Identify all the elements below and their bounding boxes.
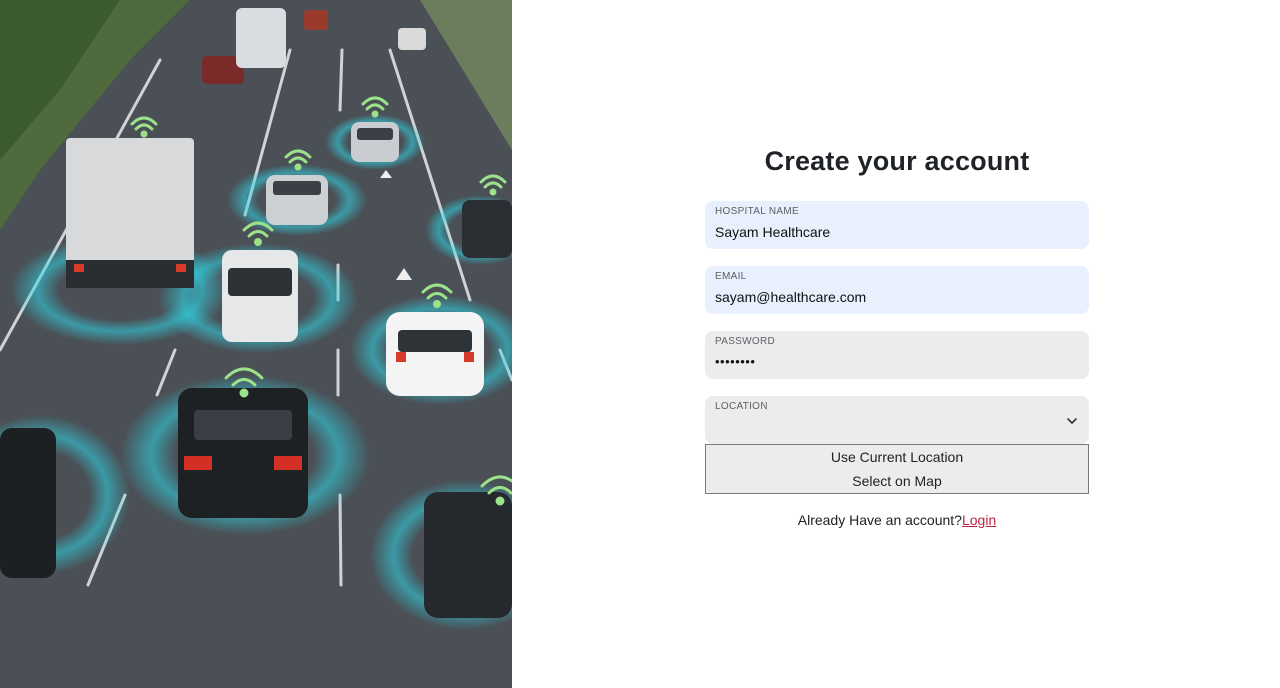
hero-image — [0, 0, 512, 688]
login-prompt: Already Have an account?Login — [705, 512, 1089, 528]
location-dropdown-menu: Use Current Location Select on Map — [705, 444, 1089, 494]
page-title: Create your account — [764, 146, 1030, 176]
password-field[interactable]: PASSWORD •••••••• — [705, 331, 1089, 379]
location-option-map[interactable]: Select on Map — [706, 469, 1088, 493]
signup-panel: Create your account HOSPITAL NAME Sayam … — [512, 0, 1280, 688]
hospital-name-field[interactable]: HOSPITAL NAME Sayam Healthcare — [705, 201, 1089, 249]
email-input[interactable]: sayam@healthcare.com — [715, 288, 1079, 306]
location-option-current[interactable]: Use Current Location — [706, 445, 1088, 469]
app-root: Create your account HOSPITAL NAME Sayam … — [0, 0, 1280, 688]
password-label: PASSWORD — [715, 336, 775, 347]
hero-illustration — [0, 0, 512, 688]
location-label: LOCATION — [715, 401, 768, 412]
email-label: EMAIL — [715, 271, 747, 282]
password-input[interactable]: •••••••• — [715, 353, 1079, 371]
hospital-name-label: HOSPITAL NAME — [715, 206, 799, 217]
hospital-name-input[interactable]: Sayam Healthcare — [715, 223, 1079, 241]
login-link[interactable]: Login — [962, 512, 996, 528]
chevron-down-icon[interactable] — [1065, 414, 1079, 428]
email-field[interactable]: EMAIL sayam@healthcare.com — [705, 266, 1089, 314]
login-prompt-text: Already Have an account? — [797, 512, 962, 528]
location-select[interactable]: LOCATION — [705, 396, 1089, 444]
